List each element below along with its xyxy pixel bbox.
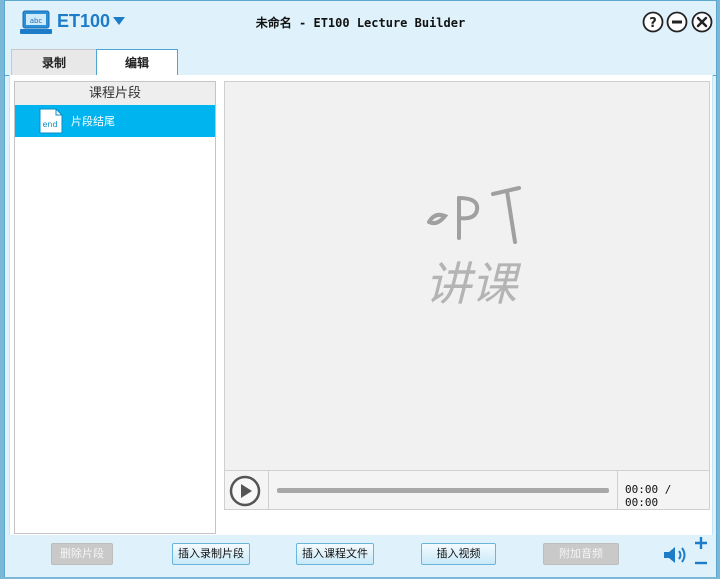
segment-item-label: 片段结尾 [71, 115, 115, 128]
plus-icon[interactable] [693, 535, 709, 551]
progress-slider[interactable] [277, 488, 609, 493]
svg-text:?: ? [649, 16, 657, 31]
player-bar: 00:00 / 00:00 [224, 470, 710, 510]
play-icon[interactable] [229, 475, 261, 507]
player-divider [268, 471, 269, 509]
window-title: 未命名 - ET100 Lecture Builder [255, 16, 466, 30]
watermark-chinese: 讲课 [425, 257, 522, 311]
close-icon[interactable] [691, 11, 713, 33]
ppt-lecture-watermark: 讲课 [425, 186, 522, 311]
insert-course-file-button[interactable]: 插入课程文件 [296, 543, 374, 565]
segment-list-panel: 课程片段 end 片段结尾 [14, 81, 216, 534]
delete-segment-button[interactable]: 删除片段 [51, 543, 113, 565]
minimize-icon[interactable] [666, 11, 688, 33]
insert-video-button[interactable]: 插入视频 [421, 543, 496, 565]
end-icon-text: end [42, 120, 57, 129]
app-window: abc ET100 未命名 - ET100 Lecture Builder ? … [4, 0, 717, 577]
minus-icon[interactable] [693, 557, 709, 569]
edit-panel: 课程片段 end 片段结尾 讲课 00:00 / 00:00 [9, 75, 713, 535]
preview-area: 讲课 [224, 81, 710, 508]
tab-record[interactable]: 录制 [11, 49, 97, 75]
segment-item-end[interactable]: end 片段结尾 [15, 105, 215, 137]
insert-recording-button[interactable]: 插入录制片段 [172, 543, 250, 565]
title-bar: abc ET100 未命名 - ET100 Lecture Builder ? [5, 1, 716, 43]
add-audio-button[interactable]: 附加音频 [543, 543, 619, 565]
tab-edit[interactable]: 编辑 [96, 49, 178, 76]
volume-icon[interactable] [662, 544, 690, 566]
time-readout: 00:00 / 00:00 [625, 483, 672, 509]
player-divider [617, 471, 618, 509]
tab-strip: 录制 编辑 [5, 49, 716, 76]
end-segment-icon: end [39, 108, 63, 134]
segment-list-header: 课程片段 [15, 82, 215, 106]
bottom-toolbar: 删除片段 插入录制片段 插入课程文件 插入视频 附加音频 [5, 535, 716, 577]
help-icon[interactable]: ? [642, 11, 664, 33]
